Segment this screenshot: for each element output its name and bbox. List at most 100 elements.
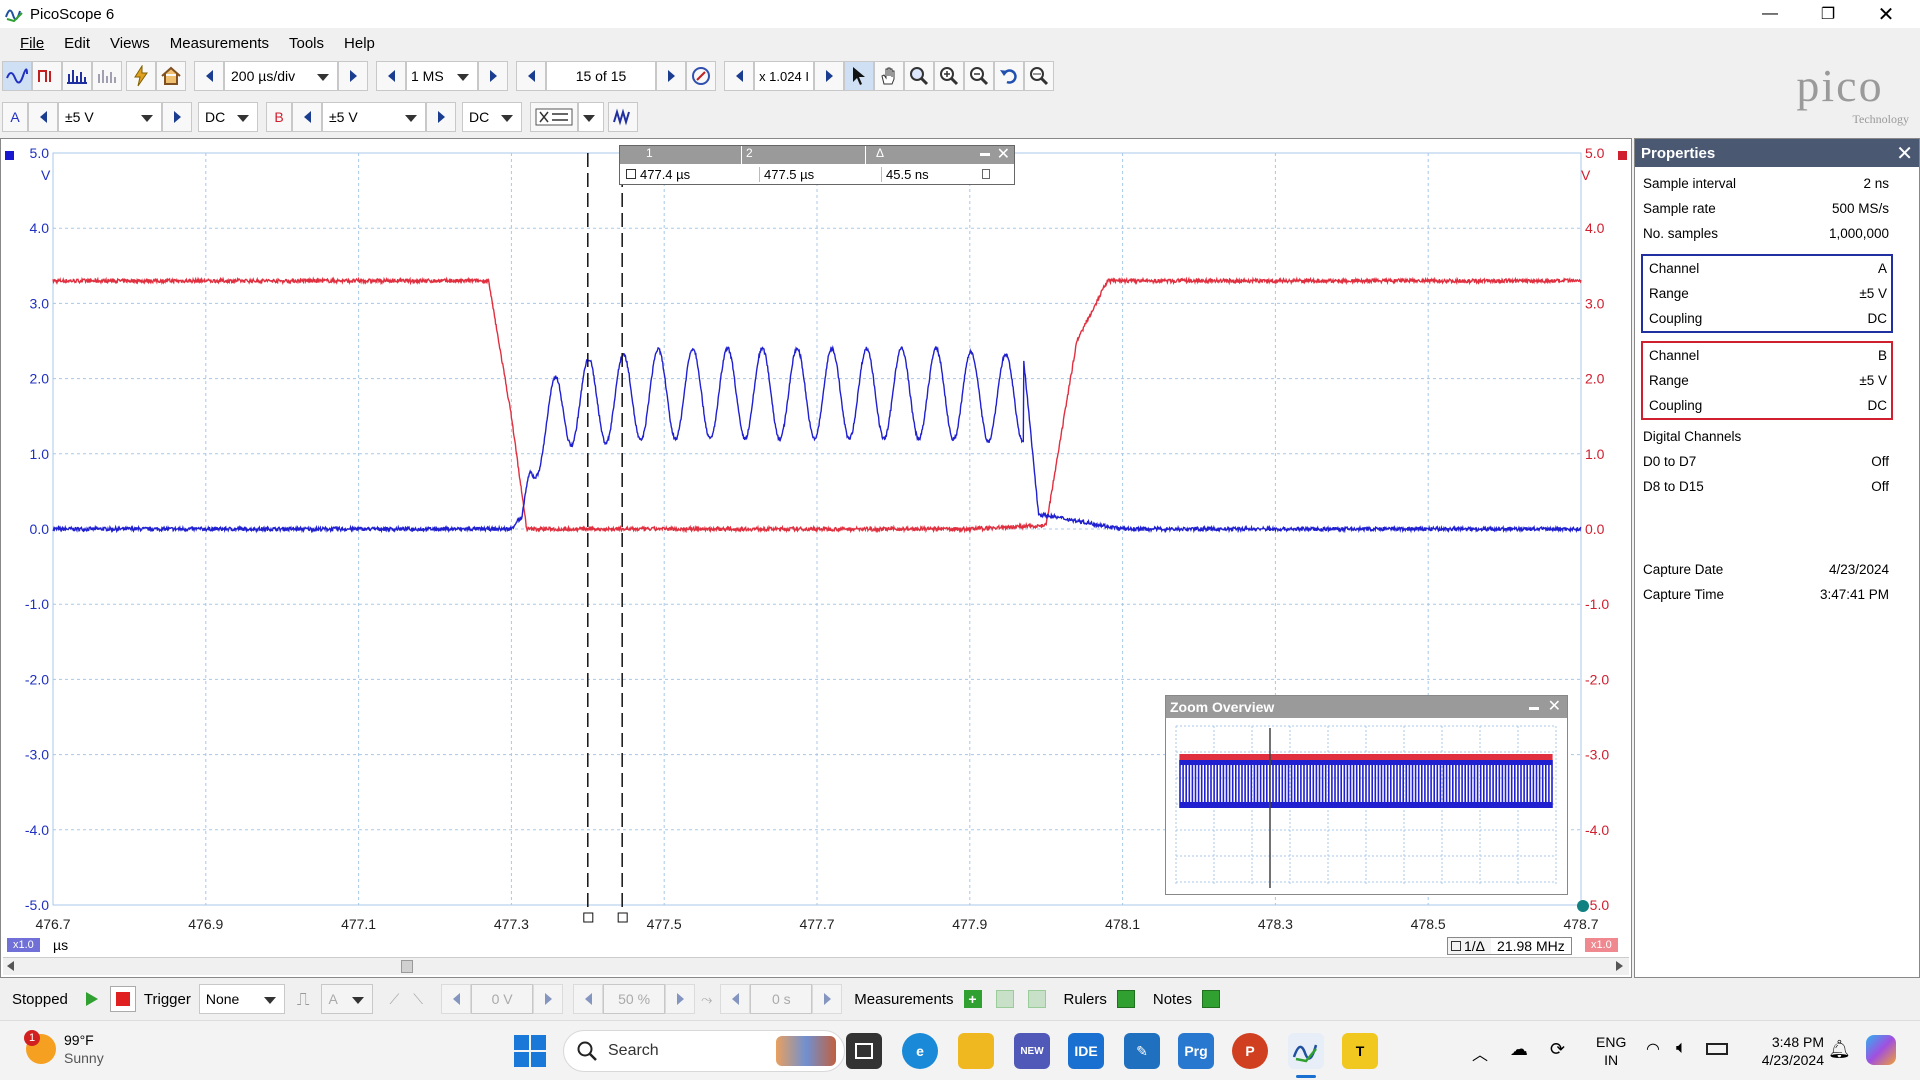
ruler-handle-marker[interactable] [1577,900,1589,912]
samples-decrease-button[interactable] [376,61,406,91]
menu-help[interactable]: Help [344,35,375,52]
stop-button[interactable] [109,986,136,1012]
close-window-button[interactable]: ✕ [1858,0,1914,28]
zoom-out-icon[interactable] [964,61,994,91]
zoom-overview-plot[interactable] [1166,718,1567,894]
trigger-falling-icon[interactable]: ⟍ [413,991,423,1008]
zoom-overview-panel[interactable]: Zoom Overview ✕ [1165,695,1568,895]
paint-icon[interactable]: ✎ [1124,1033,1160,1069]
powerpoint-icon[interactable]: P [1232,1033,1268,1069]
minimize-button[interactable]: — [1742,0,1798,28]
channel-b-range-decrease[interactable] [292,102,322,132]
channel-b-button[interactable]: B [266,102,292,132]
terminal-t-icon[interactable]: T [1342,1033,1378,1069]
battery-icon[interactable] [1706,1043,1728,1055]
file-explorer-icon[interactable] [958,1033,994,1069]
persistence-mode-icon[interactable] [32,61,62,91]
wifi-icon[interactable]: ◠ [1646,1039,1660,1059]
zoom-in-icon[interactable] [934,61,964,91]
pretrigger-increase[interactable] [665,984,696,1014]
properties-close-icon[interactable]: ✕ [1896,141,1913,166]
edit-measurement-icon[interactable] [995,990,1014,1008]
samples-increase-button[interactable] [478,61,508,91]
edge-browser-icon[interactable]: e [902,1033,938,1069]
channel-b-coupling-select[interactable]: DC [462,102,522,132]
ruler-lock-icon[interactable] [982,169,990,179]
tray-chevron-icon[interactable]: ︿ [1472,1041,1488,1065]
time-ruler-handle[interactable] [617,912,628,923]
programmer-icon[interactable]: Prg [1178,1033,1214,1069]
delay-increase[interactable] [812,984,843,1014]
trigger-level-increase[interactable] [533,984,564,1014]
channel-options-dropdown[interactable] [578,102,604,132]
menu-measurements[interactable]: Measurements [170,35,269,52]
channel-a-range-decrease[interactable] [28,102,58,132]
picoscope-taskbar-icon[interactable] [1288,1033,1324,1069]
tray-cloud-icon[interactable]: ☁ [1510,1039,1528,1060]
samples-select[interactable]: 1 MS [406,61,478,91]
zoom-increase-button[interactable] [814,61,844,91]
trigger-rising-icon[interactable]: ⟋ [389,991,399,1008]
buffer-next-button[interactable] [656,61,686,91]
trigger-level-field[interactable]: 0 V [471,984,534,1014]
ruler-minimize-icon[interactable] [980,150,990,156]
rulers-settings-icon[interactable] [1116,990,1135,1008]
horizontal-scrollbar[interactable] [3,957,1629,975]
add-measurement-icon[interactable]: + [963,990,982,1008]
menu-edit[interactable]: Edit [64,35,90,52]
delay-field[interactable]: 0 s [750,984,813,1014]
zoom-overview-minimize-icon[interactable] [1529,704,1539,710]
channel-options-icon[interactable] [530,102,578,132]
clock[interactable]: 3:48 PM 4/23/2024 [1740,1033,1824,1069]
pointer-tool-icon[interactable] [844,61,874,91]
start-button[interactable] [514,1035,546,1067]
undo-zoom-icon[interactable] [994,61,1024,91]
task-view-icon[interactable] [846,1033,882,1069]
volume-icon[interactable]: 🔈︎ [1676,1037,1687,1058]
trigger-level-decrease[interactable] [441,984,472,1014]
zoom-decrease-button[interactable] [724,61,754,91]
notification-bell-icon[interactable]: 🔔︎ [1828,1039,1851,1060]
buffer-overview-icon[interactable] [686,61,716,91]
scroll-right-arrow[interactable] [1616,961,1623,971]
taskbar-search[interactable]: Search [563,1030,845,1072]
zoom-factor[interactable]: x 1.024 I [754,61,814,91]
ide-icon[interactable]: IDE [1068,1033,1104,1069]
zoom-region-icon[interactable] [904,61,934,91]
menu-views[interactable]: Views [110,35,150,52]
weather-widget[interactable]: 1 99°F Sunny [24,1030,104,1067]
buffer-navigator[interactable]: 15 of 15 [546,61,656,91]
menu-file[interactable]: File [20,35,44,52]
spectrum-mode-icon[interactable] [62,61,92,91]
notes-icon[interactable] [1202,990,1221,1008]
language-indicator[interactable]: ENG IN [1596,1033,1626,1069]
zoom-to-fit-icon[interactable] [1024,61,1054,91]
time-ruler-handle[interactable] [583,912,594,923]
spectrum-persistence-icon[interactable] [92,61,122,91]
home-icon[interactable] [156,61,186,91]
delete-measurement-icon[interactable] [1027,990,1046,1008]
channel-a-coupling-select[interactable]: DC [198,102,258,132]
copilot-icon[interactable] [1866,1035,1896,1065]
buffer-previous-button[interactable] [516,61,546,91]
scope-view[interactable]: 5.0 4.0 3.0 2.0 1.0 0.0 -1.0 -2.0 -3.0 -4.0 -5.0 5… [0,138,1632,978]
zoom-overview-close-icon[interactable]: ✕ [1548,696,1561,716]
ruler-table[interactable]: 1 2 Δ ✕ 477.4 µs 477.5 µs 45.5 ns [619,145,1015,185]
teams-icon[interactable]: NEW [1014,1033,1050,1069]
trigger-source-select[interactable]: A [321,984,374,1014]
trigger-mode-select[interactable]: None [198,984,285,1014]
scroll-left-arrow[interactable] [7,961,14,971]
timebase-select[interactable]: 200 µs/div [224,61,338,91]
restore-button[interactable]: ❐ [1800,0,1856,28]
channel-b-range-select[interactable]: ±5 V [322,102,426,132]
timebase-increase-button[interactable] [338,61,368,91]
trigger-delay-icon[interactable]: ⤳ [701,991,712,1008]
run-button[interactable] [85,992,98,1006]
delay-decrease[interactable] [720,984,751,1014]
scope-mode-icon[interactable] [2,61,32,91]
channel-a-range-increase[interactable] [162,102,192,132]
menu-tools[interactable]: Tools [289,35,324,52]
channel-a-offset-marker[interactable] [5,151,14,160]
channel-a-button[interactable]: A [2,102,28,132]
scroll-thumb[interactable] [401,960,413,973]
